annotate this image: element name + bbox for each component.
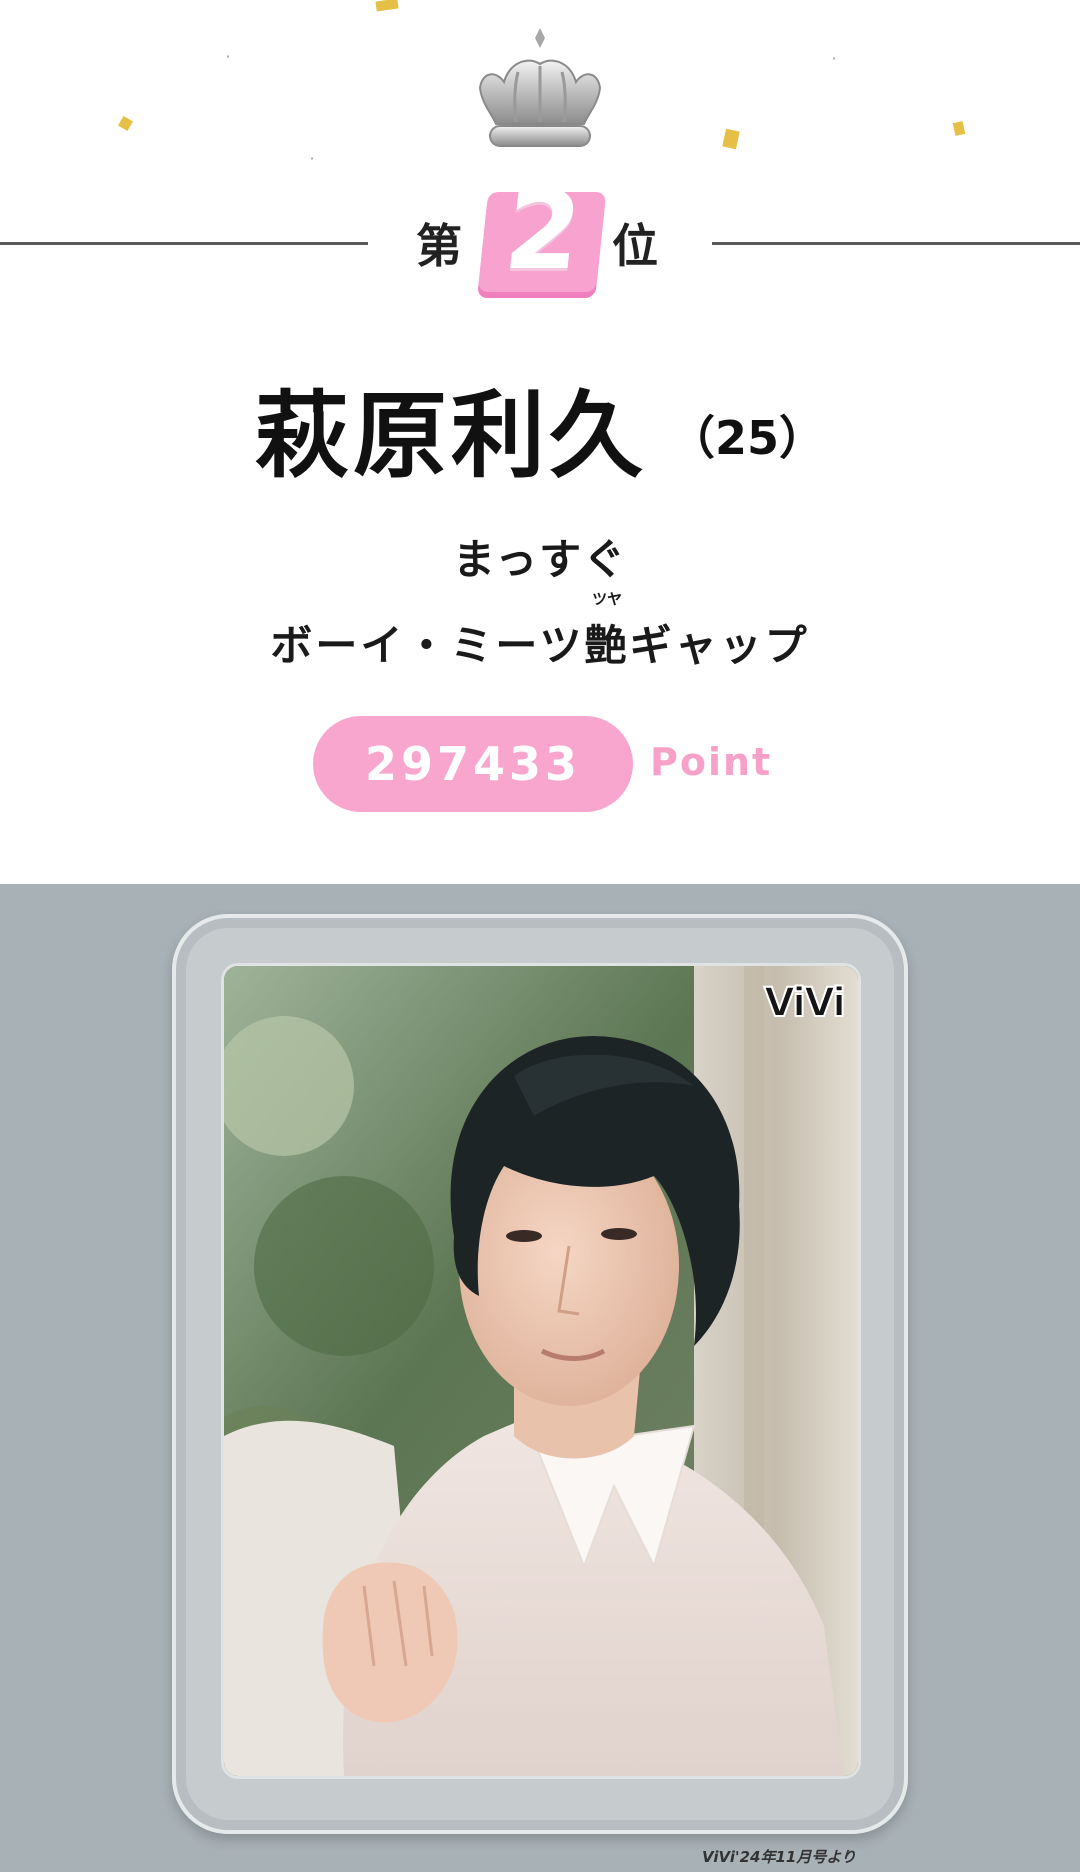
confetti-piece	[722, 128, 740, 150]
divider-line	[712, 242, 1080, 245]
portrait-image	[224, 966, 858, 1776]
confetti-piece: ·	[832, 52, 837, 65]
person-heading: 萩原利久 （25）	[0, 360, 1080, 496]
portrait-photo: ViVi	[224, 966, 858, 1776]
person-age: （25）	[669, 411, 826, 465]
confetti-piece: ·	[226, 50, 231, 63]
catchphrase-text: ボーイ・ミーツ	[270, 621, 585, 670]
ruby-base: 艶	[584, 621, 630, 670]
points-badge: 297433	[313, 716, 633, 812]
person-name: 萩原利久	[254, 382, 647, 491]
confetti-piece: ·	[310, 152, 315, 165]
confetti-piece	[117, 115, 134, 132]
rank-number: 2	[498, 169, 588, 294]
points-unit: Point	[650, 740, 773, 784]
rank-prefix: 第	[416, 219, 462, 273]
photo-section: ViVi ViVi'24年11月号より	[0, 884, 1080, 1872]
divider-line	[0, 242, 368, 245]
ranking-page: · · · 第 2 位 萩原利久 （25） まっすぐ ボーイ・ミーツ ツヤ 艶ギ…	[0, 0, 1080, 1872]
rank-number-badge: 2	[477, 169, 607, 294]
rank-header-section: · · · 第 2 位 萩原利久 （25） まっすぐ ボーイ・ミーツ ツヤ 艶ギ…	[0, 0, 1080, 884]
confetti-piece	[952, 121, 966, 136]
crown-icon	[478, 28, 602, 147]
magazine-logo: ViVi	[763, 979, 847, 1027]
rank-suffix: 位	[612, 219, 658, 273]
catchphrase-line-1: まっすぐ	[452, 535, 628, 584]
photo-credit: ViVi'24年11月号より	[702, 1848, 857, 1866]
ruby-reading: ツヤ	[592, 590, 623, 608]
catchphrase-text: ギャップ	[629, 621, 810, 670]
rank-title: 第 2 位	[0, 169, 1080, 296]
catchphrase-line-2: ボーイ・ミーツ ツヤ艶ギャップ	[0, 590, 1080, 673]
ruby-word: ツヤ艶	[584, 590, 630, 673]
confetti-piece	[375, 0, 399, 12]
